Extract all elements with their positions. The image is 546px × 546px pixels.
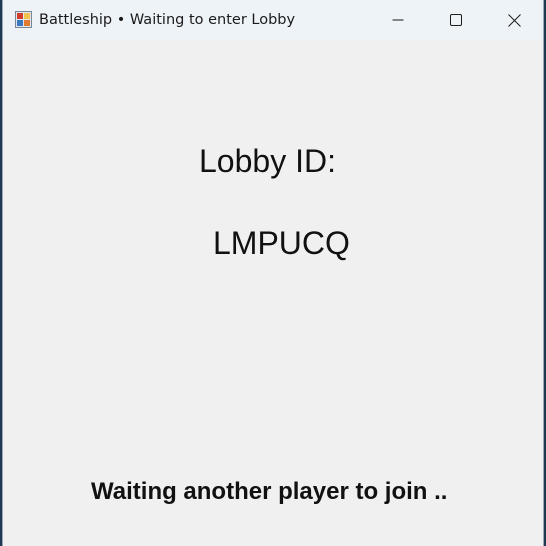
lobby-id-label: Lobby ID: — [199, 143, 336, 179]
minimize-icon — [392, 19, 404, 21]
close-button[interactable] — [485, 0, 543, 40]
lobby-id-value: LMPUCQ — [213, 225, 350, 261]
waiting-status-message: Waiting another player to join .. — [91, 478, 448, 505]
title-bar[interactable]: Battleship • Waiting to enter Lobby — [3, 0, 543, 40]
close-icon — [507, 13, 521, 27]
window-title: Battleship • Waiting to enter Lobby — [39, 12, 296, 28]
battleship-app-icon — [15, 11, 32, 28]
app-window: Battleship • Waiting to enter Lobby Lobb… — [2, 0, 544, 546]
minimize-button[interactable] — [369, 0, 427, 40]
maximize-button[interactable] — [427, 0, 485, 40]
lobby-panel: Lobby ID: LMPUCQ Waiting another player … — [3, 40, 543, 546]
maximize-icon — [450, 14, 462, 26]
